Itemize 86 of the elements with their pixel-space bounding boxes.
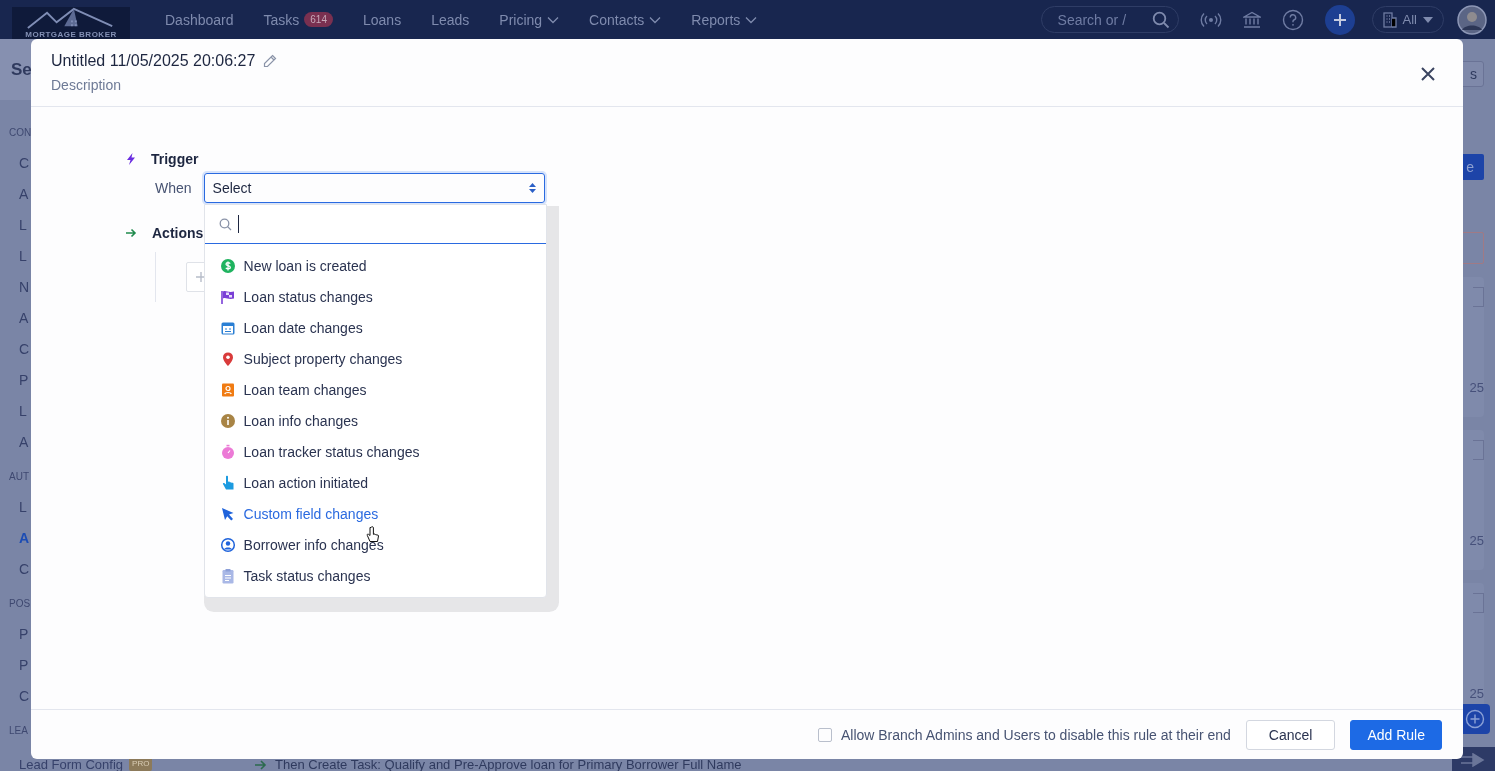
arrow-right-icon xyxy=(126,228,137,238)
trigger-select[interactable]: Select xyxy=(203,173,545,203)
dropdown-option[interactable]: Subject property changes xyxy=(204,343,546,374)
flag-icon xyxy=(219,288,236,305)
card-date: 25 xyxy=(1469,686,1484,701)
section-heading: LEA xyxy=(9,724,28,738)
sidebar-item[interactable]: C xyxy=(0,334,30,365)
user-circle-icon xyxy=(219,536,236,553)
sidebar-item[interactable]: L xyxy=(0,241,27,272)
when-label: When xyxy=(155,179,192,198)
sidebar-item[interactable]: P xyxy=(0,650,29,681)
sidebar-item[interactable]: C xyxy=(0,148,30,179)
card-date: 25 xyxy=(1469,533,1484,548)
dropdown-option[interactable]: Custom field changes xyxy=(204,498,546,529)
checkbox[interactable] xyxy=(817,727,832,742)
actions-heading: Actions xyxy=(152,225,204,241)
sidebar-item[interactable]: N xyxy=(0,272,30,303)
nav-link[interactable]: Leads xyxy=(431,11,470,28)
nav-link[interactable]: Dashboard xyxy=(165,11,234,28)
plus-circle-icon xyxy=(1465,709,1485,729)
sidebar-item[interactable]: A xyxy=(0,427,29,458)
contact-card-icon xyxy=(219,381,236,398)
section-heading: POS xyxy=(9,597,31,611)
sort-arrows-icon xyxy=(528,183,536,193)
rule-summary: Then Create Task: Qualify and Pre-Approve loan for Primary Borrower Full Name xyxy=(275,759,742,771)
description-text: Description xyxy=(51,77,123,93)
cancel-button[interactable]: Cancel xyxy=(1245,719,1336,750)
close-icon[interactable] xyxy=(1421,67,1435,81)
logo[interactable]: MORTGAGE BROKER xyxy=(12,6,130,39)
sidebar-item[interactable]: A xyxy=(0,179,29,210)
chevron-down-icon xyxy=(649,15,662,24)
nav-link[interactable]: Reports xyxy=(691,11,758,28)
sidebar-item[interactable]: L xyxy=(0,396,27,427)
dropdown-option[interactable]: Loan team changes xyxy=(204,374,546,405)
add-rule-button[interactable]: Add Rule xyxy=(1350,719,1442,750)
trigger-heading: Trigger xyxy=(151,151,199,167)
info-icon xyxy=(219,412,236,429)
count-badge: 614 xyxy=(304,12,333,27)
sidebar-item[interactable]: C xyxy=(0,554,30,585)
add-button[interactable] xyxy=(1324,4,1355,35)
dropdown-option[interactable]: Borrower info changes xyxy=(204,529,546,560)
checkbox-label: Allow Branch Admins and Users to disable this rule at their end xyxy=(840,726,1231,743)
nav-link[interactable]: Pricing xyxy=(499,11,560,28)
plus-icon xyxy=(196,272,206,282)
help-icon[interactable] xyxy=(1281,8,1304,31)
chevron-down-icon xyxy=(547,15,560,24)
dropdown-option[interactable]: New loan is created xyxy=(204,250,546,281)
pencil-icon[interactable] xyxy=(263,54,278,68)
sidebar-item[interactable]: L xyxy=(0,492,27,523)
arrow-right-icon xyxy=(255,760,267,770)
sidebar-item[interactable]: A xyxy=(0,303,29,334)
broadcast-icon[interactable] xyxy=(1199,11,1222,28)
lightning-icon xyxy=(126,153,136,165)
caret-icon xyxy=(1423,16,1433,23)
text-caret xyxy=(237,215,240,233)
search-icon xyxy=(1151,10,1170,29)
dropdown-option[interactable]: Loan tracker status changes xyxy=(204,436,546,467)
logo-text: MORTGAGE BROKER xyxy=(25,29,117,39)
bank-icon[interactable] xyxy=(1242,10,1261,29)
search-icon xyxy=(218,217,232,231)
dropdown-option[interactable]: Loan info changes xyxy=(204,405,546,436)
sidebar-item[interactable]: P xyxy=(0,365,29,396)
sidebar-item[interactable]: L xyxy=(0,210,27,241)
stopwatch-icon xyxy=(219,443,236,460)
sidebar-item[interactable]: P xyxy=(0,619,29,650)
card-date: 25 xyxy=(1469,380,1484,395)
dollar-icon xyxy=(219,257,236,274)
plus-icon xyxy=(1332,12,1347,27)
section-heading: CON xyxy=(9,126,32,140)
dropdown-option[interactable]: Loan date changes xyxy=(204,312,546,343)
cursor-icon xyxy=(219,505,236,522)
nav-link[interactable]: Contacts xyxy=(589,11,662,28)
section-heading: AUT xyxy=(9,470,29,484)
double-arrow-icon xyxy=(1460,753,1487,767)
chevron-down-icon xyxy=(745,15,758,24)
search-input[interactable]: Search or / xyxy=(1055,10,1152,29)
sidebar-item[interactable]: C xyxy=(0,681,30,712)
dropdown-option[interactable]: Task status changes xyxy=(204,560,546,591)
nav-link[interactable]: Tasks 614 xyxy=(263,11,333,28)
dropdown-option[interactable]: Loan action initiated xyxy=(204,467,546,498)
building-icon xyxy=(1382,11,1397,28)
avatar[interactable] xyxy=(1457,4,1487,35)
dialog-title: Untitled 11/05/2025 20:06:27 xyxy=(51,52,256,70)
nav-link[interactable]: Loans xyxy=(363,11,402,28)
dropdown-option[interactable]: Loan status changes xyxy=(204,281,546,312)
sidebar-title: Se xyxy=(11,59,32,80)
